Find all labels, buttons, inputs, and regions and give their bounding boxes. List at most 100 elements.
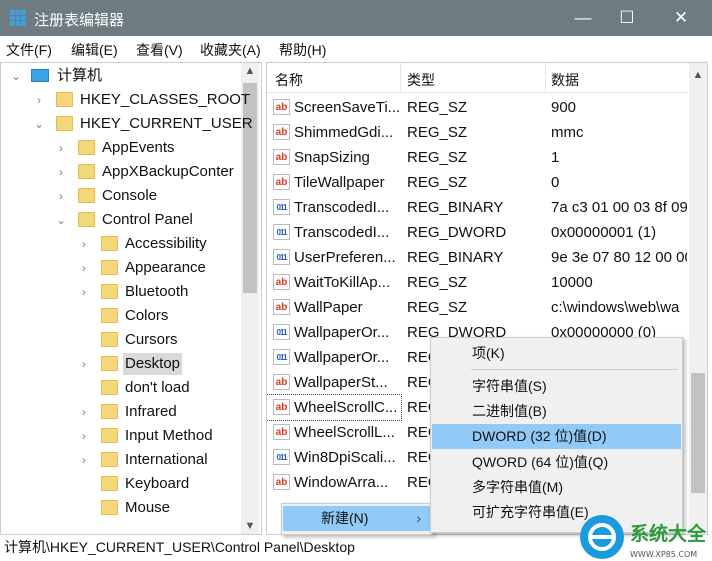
chevron-right-icon[interactable]: › (79, 449, 89, 471)
folder-icon (56, 116, 73, 131)
tree-node[interactable]: › HKEY_CLASSES_ROOT (1, 89, 250, 111)
string-value-icon: ab (273, 99, 290, 115)
folder-icon (101, 500, 118, 515)
submenu-item[interactable]: 二进制值(B) (432, 399, 681, 424)
cell-data: mmc (551, 124, 584, 141)
tree-node-label: Input Method (125, 427, 213, 444)
chevron-right-icon[interactable]: › (56, 185, 66, 207)
tree-node-label: Infrared (125, 403, 177, 420)
cell-type: REG_DWORD (407, 224, 507, 241)
folder-icon (101, 236, 118, 251)
list-row[interactable]: ab SnapSizing REG_SZ 1 (267, 145, 687, 170)
close-button[interactable]: ✕ (656, 0, 706, 36)
chevron-right-icon[interactable]: › (79, 425, 89, 447)
submenu-item[interactable]: 项(K) (432, 341, 681, 366)
tree-node[interactable]: ⌄ 计算机 (1, 65, 239, 87)
cell-name: WallpaperSt... (294, 374, 388, 391)
tree-node[interactable]: ⌄ Control Panel (1, 209, 239, 231)
tree-node[interactable]: ⌄ HKEY_CURRENT_USER (1, 113, 253, 135)
folder-icon (101, 452, 118, 467)
chevron-right-icon[interactable]: › (79, 257, 89, 279)
tree-node-label: Mouse (125, 499, 171, 516)
tree-node[interactable]: › Console (1, 185, 239, 207)
list-row[interactable]: 011 TranscodedI... REG_BINARY 7a c3 01 00 0… (267, 195, 687, 220)
cell-data: 1 (551, 149, 560, 166)
cell-data: 9e 3e 07 80 12 00 00 (551, 249, 687, 266)
cell-data: c:\windows\web\wa (551, 299, 680, 316)
chevron-right-icon[interactable]: › (79, 233, 89, 255)
list-row[interactable]: ab WheelScrollC... REG (267, 394, 440, 421)
chevron-right-icon[interactable]: › (79, 353, 89, 375)
cell-name: UserPreferen... (294, 249, 396, 266)
list-header: 名称 类型 数据 (267, 63, 687, 93)
list-row[interactable]: ab ScreenSaveTi... REG_SZ 900 (267, 95, 687, 120)
cell-type: REG_SZ (407, 149, 468, 166)
cell-type: REG_BINARY (407, 199, 504, 216)
title-bar: 注册表编辑器 — ☐ ✕ (0, 0, 712, 36)
menu-favorites[interactable]: 收藏夹(A) (200, 40, 261, 60)
list-scrollbar[interactable]: ▲ (689, 63, 707, 534)
submenu-item[interactable]: 多字符串值(M) (432, 475, 681, 500)
tree-node-label: Colors (125, 307, 169, 324)
tree-node-label: don't load (125, 379, 190, 396)
cell-name: WallpaperOr... (294, 324, 390, 341)
svg-text:WWW.XP85.COM: WWW.XP85.COM (630, 550, 697, 559)
scroll-up-arrow-icon[interactable]: ▲ (689, 69, 707, 81)
tree-node[interactable]: Keyboard (1, 473, 239, 495)
tree-node[interactable]: › Infrared (1, 401, 239, 423)
list-row[interactable]: ab WallPaper REG_SZ c:\windows\web\wa (267, 295, 687, 320)
menu-help[interactable]: 帮助(H) (279, 40, 326, 60)
list-row[interactable]: 011 UserPreferen... REG_BINARY 9e 3e 07 80 … (267, 245, 687, 270)
list-row[interactable]: ab ShimmedGdi... REG_SZ mmc (267, 120, 687, 145)
tree-node[interactable]: › Appearance (1, 257, 239, 279)
cell-name: WheelScrollC... (294, 399, 398, 416)
cell-data: 900 (551, 99, 577, 116)
folder-icon (78, 164, 95, 179)
menu-item-new[interactable]: 新建(N) › (283, 506, 431, 531)
binary-value-icon: 011 (273, 224, 290, 240)
menu-file[interactable]: 文件(F) (6, 40, 52, 60)
cell-type: REG_SZ (407, 274, 468, 291)
maximize-button[interactable]: ☐ (602, 0, 652, 36)
chevron-down-icon[interactable]: ⌄ (56, 209, 66, 231)
tree-node[interactable]: › Desktop (1, 353, 239, 375)
column-type[interactable]: 类型 (407, 70, 435, 90)
chevron-down-icon[interactable]: ⌄ (34, 113, 44, 135)
tree-node[interactable]: Mouse (1, 497, 239, 519)
list-row[interactable]: ab TileWallpaper REG_SZ 0 (267, 170, 687, 195)
tree-node[interactable]: › AppXBackupConter (1, 161, 239, 183)
chevron-right-icon[interactable]: › (79, 401, 89, 423)
column-data[interactable]: 数据 (551, 70, 579, 90)
list-scroll-thumb[interactable] (691, 373, 705, 493)
tree-node[interactable]: Cursors (1, 329, 239, 351)
list-row[interactable]: ab WaitToKillAp... REG_SZ 10000 (267, 270, 687, 295)
cell-name: WallPaper (294, 299, 363, 316)
folder-icon (101, 356, 118, 371)
tree-node[interactable]: Colors (1, 305, 239, 327)
chevron-right-icon[interactable]: › (56, 161, 66, 183)
tree-node[interactable]: don't load (1, 377, 239, 399)
tree-node-label: AppXBackupConter (102, 163, 234, 180)
tree-node[interactable]: › Bluetooth (1, 281, 239, 303)
tree-node-label: AppEvents (102, 139, 175, 156)
chevron-right-icon[interactable]: › (34, 89, 44, 111)
list-row[interactable]: 011 TranscodedI... REG_DWORD 0x00000001 (1) (267, 220, 687, 245)
column-name[interactable]: 名称 (275, 70, 303, 90)
window-title: 注册表编辑器 (34, 12, 125, 29)
chevron-down-icon[interactable]: ⌄ (11, 65, 21, 87)
scroll-down-arrow-icon[interactable]: ▼ (241, 520, 259, 532)
tree-node[interactable]: › AppEvents (1, 137, 239, 159)
submenu-item[interactable]: QWORD (64 位)值(Q) (432, 450, 681, 475)
scroll-up-arrow-icon[interactable]: ▲ (241, 65, 259, 77)
chevron-right-icon[interactable]: › (79, 281, 89, 303)
tree-node[interactable]: › Accessibility (1, 233, 239, 255)
menu-view[interactable]: 查看(V) (136, 40, 183, 60)
tree-node[interactable]: › Input Method (1, 425, 239, 447)
menu-edit[interactable]: 编辑(E) (71, 40, 118, 60)
string-value-icon: ab (273, 149, 290, 165)
submenu-item[interactable]: 字符串值(S) (432, 374, 681, 399)
tree-node[interactable]: › International (1, 449, 239, 471)
chevron-right-icon[interactable]: › (56, 137, 66, 159)
minimize-button[interactable]: — (558, 0, 608, 36)
submenu-item[interactable]: DWORD (32 位)值(D) (432, 424, 681, 449)
